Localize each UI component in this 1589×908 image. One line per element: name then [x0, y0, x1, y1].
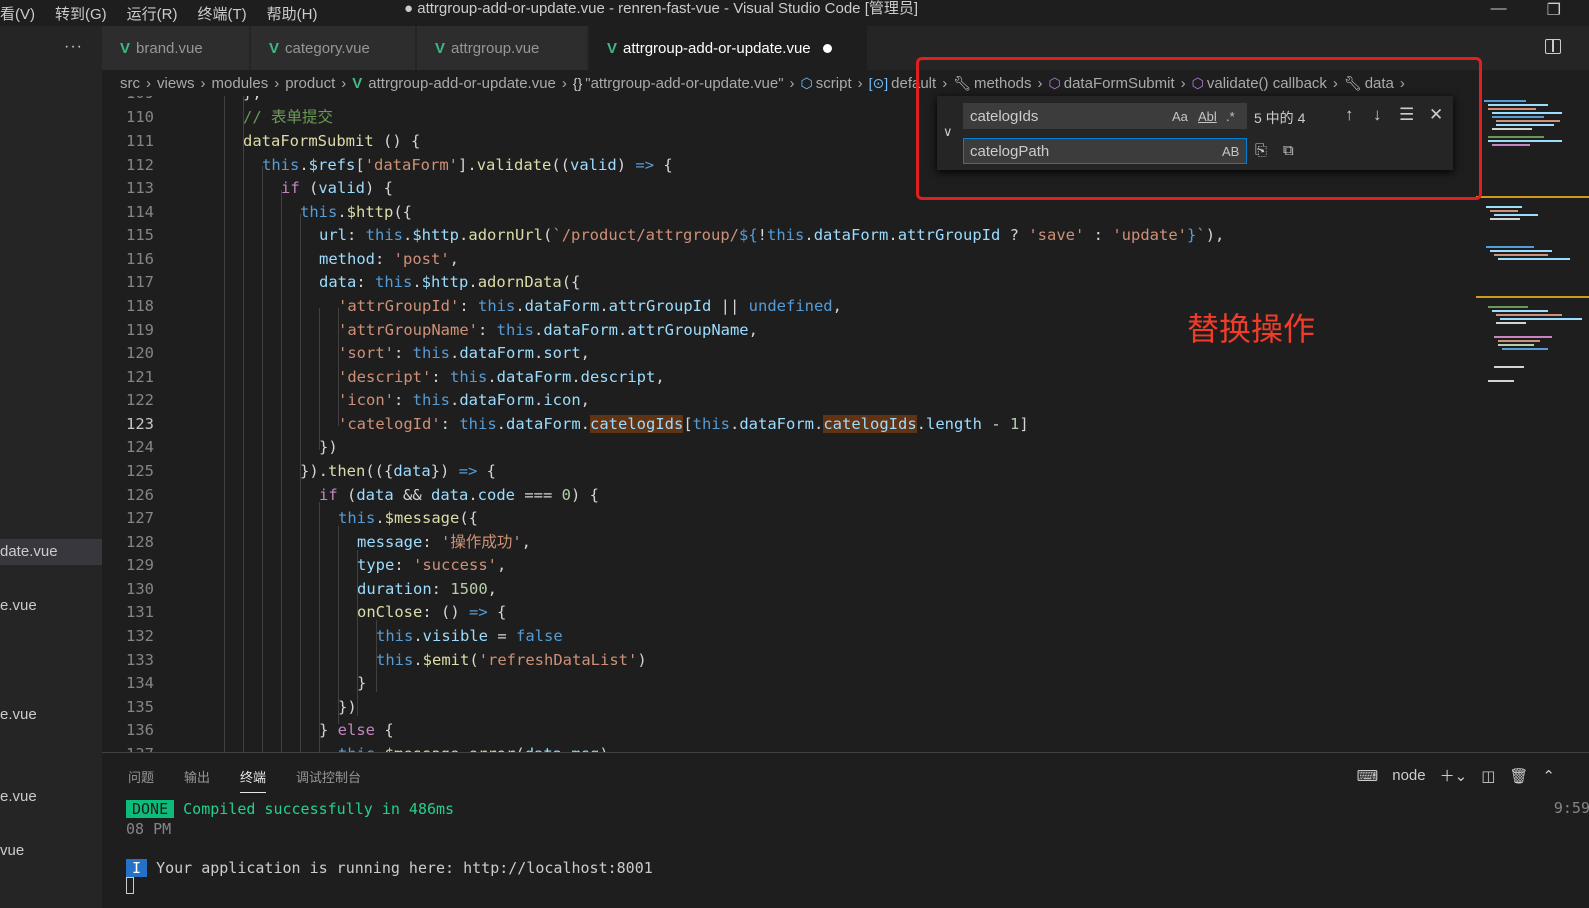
terminal-cursor — [126, 877, 134, 894]
annotation-highlight-box — [916, 57, 1482, 200]
code-line: 137this.$message.error(data.msg) — [102, 743, 1476, 752]
trash-icon[interactable]: 🗑︎ — [1509, 767, 1528, 785]
code-line: 127 this.$message({ — [126, 509, 478, 527]
breadcrumb-item[interactable]: Vattrgroup-add-or-update.vue — [352, 75, 556, 92]
tab-brand[interactable]: V brand.vue — [102, 26, 249, 70]
code-line: 129 type: 'success', — [126, 556, 507, 574]
info-line: Your application is running here: http:/… — [156, 859, 653, 877]
terminal-icon: ⌨ — [1356, 767, 1379, 785]
breadcrumb-item[interactable]: {} "attrgroup-add-or-update.vue" — [573, 75, 784, 92]
code-line: 134} — [126, 674, 367, 692]
explorer-file-item[interactable]: e.vue — [0, 702, 37, 728]
timestamp: 9:59 — [1553, 799, 1589, 817]
explorer-file-item[interactable]: vue — [0, 838, 24, 864]
breadcrumb-item[interactable]: modules — [212, 75, 269, 92]
vue-icon: V — [120, 39, 131, 57]
tab-label: category.vue — [285, 39, 370, 57]
menu-goto[interactable]: 转到(G) — [45, 3, 117, 24]
new-terminal-plus-icon[interactable]: ＋⌄ — [1440, 765, 1468, 786]
code-line: 123'catelogId': this.dataForm.catelogIds… — [126, 415, 1029, 433]
tab-label: attrgroup.vue — [451, 39, 540, 57]
restore-icon[interactable]: ❐ — [1547, 0, 1561, 20]
code-line: 125}).then(({data}) => { — [126, 462, 496, 480]
vue-icon: V — [435, 39, 446, 57]
code-line: 130 duration: 1500, — [126, 580, 497, 598]
explorer-file-item[interactable]: e.vue — [0, 593, 37, 619]
code-line: 115 url: this.$http.adornUrl(`/product/at… — [126, 226, 1225, 244]
tab-attrgroup-add-or-update[interactable]: V attrgroup-add-or-update.vue — [589, 26, 867, 70]
window-title: ● attrgroup-add-or-update.vue - renren-f… — [404, 0, 919, 17]
code-line: 121'descript': this.dataForm.descript, — [126, 368, 665, 386]
unsaved-dot-icon[interactable] — [822, 43, 832, 53]
explorer-file-item[interactable]: date.vue — [0, 539, 102, 565]
code-line: 136} else { — [126, 721, 394, 739]
code-line: 126 if (data && data.code === 0) { — [126, 486, 600, 504]
code-line: 117 data: this.$http.adornData({ — [126, 273, 581, 291]
variable-icon: [⊙] — [868, 74, 889, 91]
split-terminal-icon[interactable]: ◫ — [1481, 767, 1495, 785]
menu-view[interactable]: 看(V) — [0, 3, 45, 24]
code-line: 114 this.$http({ — [126, 203, 413, 221]
menu-terminal[interactable]: 终端(T) — [188, 3, 257, 24]
compile-status: Compiled successfully in 486ms — [183, 800, 455, 818]
window-controls: — ❐ — [1491, 0, 1561, 20]
breadcrumb-item[interactable]: src — [120, 75, 140, 92]
menu-run[interactable]: 运行(R) — [117, 3, 188, 24]
code-line: 124}) — [126, 438, 338, 456]
code-line: 132 this.visible = false — [126, 627, 563, 645]
menu-help[interactable]: 帮助(H) — [257, 3, 328, 24]
tab-output[interactable]: 输出 — [184, 767, 210, 793]
terminal-name[interactable]: node — [1392, 767, 1425, 784]
explorer-sidebar: ··· date.vue e.vue e.vue e.vue vue — [0, 26, 102, 908]
module-icon: ⬡ — [800, 74, 813, 91]
bottom-panel: 问题 输出 终端 调试控制台 ⌨ node ＋⌄ ◫ 🗑︎ ⌃ DONE Com… — [102, 752, 1589, 908]
tab-terminal[interactable]: 终端 — [240, 767, 267, 793]
code-line: 135}) — [126, 698, 357, 716]
explorer-file-item[interactable]: e.vue — [0, 784, 37, 810]
minimize-icon[interactable]: — — [1491, 0, 1507, 20]
more-actions-icon[interactable]: ··· — [64, 38, 83, 56]
vue-icon: V — [269, 39, 280, 57]
tab-label: attrgroup-add-or-update.vue — [623, 39, 811, 57]
code-line: 128 message: '操作成功', — [126, 533, 532, 551]
panel-actions: ⌨ node ＋⌄ ◫ 🗑︎ ⌃ — [1357, 765, 1555, 786]
code-line: 122'icon': this.dataForm.icon, — [126, 391, 591, 409]
chevron-up-icon[interactable]: ⌃ — [1542, 767, 1555, 785]
tab-problems[interactable]: 问题 — [128, 767, 154, 793]
annotation-label: 替换操作 — [1187, 310, 1316, 348]
title-bar: 看(V) 转到(G) 运行(R) 终端(T) 帮助(H) ● attrgroup… — [0, 0, 1589, 26]
vue-icon: V — [352, 74, 363, 92]
breadcrumb-item[interactable]: product — [285, 75, 335, 92]
code-line: 133 this.$emit('refreshDataList') — [126, 651, 647, 669]
code-line: 131 onClose: () => { — [126, 603, 507, 621]
breadcrumb-item[interactable]: ⬡ script — [801, 75, 852, 92]
breadcrumb-item[interactable]: views — [157, 75, 195, 92]
tab-debug-console[interactable]: 调试控制台 — [296, 767, 361, 793]
vue-icon: V — [607, 39, 618, 57]
timestamp: 08 PM — [126, 820, 172, 838]
tab-label: brand.vue — [136, 39, 203, 57]
minimap[interactable] — [1476, 96, 1589, 752]
code-line: 116 method: 'post', — [126, 250, 460, 268]
split-editor-icon[interactable] — [1545, 39, 1561, 54]
done-badge: DONE — [126, 800, 175, 818]
menu-bar: 看(V) 转到(G) 运行(R) 终端(T) 帮助(H) — [0, 0, 327, 26]
tab-attrgroup[interactable]: V attrgroup.vue — [417, 26, 587, 70]
panel-tabs: 问题 输出 终端 调试控制台 — [128, 767, 391, 793]
tab-category[interactable]: V category.vue — [251, 26, 415, 70]
braces-icon: {} — [572, 75, 583, 91]
info-badge: I — [126, 859, 148, 877]
